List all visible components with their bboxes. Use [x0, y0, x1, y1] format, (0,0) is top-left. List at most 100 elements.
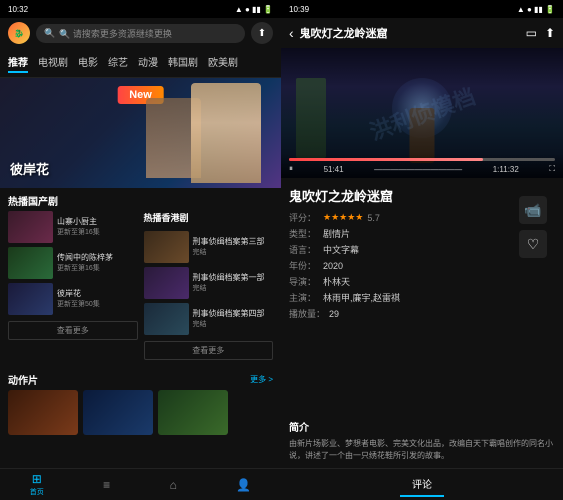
drama-thumb-6: [144, 303, 189, 335]
drama-update-1: 更新至第16集: [57, 227, 138, 237]
nav-profile[interactable]: 👤: [236, 478, 251, 492]
drama-info-2: 传闻中的陈梓茅 更新至第16集: [57, 253, 138, 273]
left-panel: 10:32 ▲ ● ▮▮ 🔋 🐉 🔍 🔍 请搜索更多资源继续更换 ⬆ 推荐 电视…: [0, 0, 281, 500]
cast-label: 主演：: [289, 291, 319, 304]
hero-banner[interactable]: New 彼岸花: [0, 78, 281, 188]
time-row: ⏸ 51:41 ——————————— 1:11:32 ⛶: [289, 164, 555, 174]
nav-tabs: 推荐 电视剧 电影 综艺 动漫 韩国剧 欧美剧: [0, 48, 281, 78]
list-item[interactable]: 彼岸花 更新至第50集: [8, 283, 138, 315]
search-placeholder: 🔍 请搜索更多资源继续更换: [59, 27, 172, 40]
drama-thumb-5: [144, 267, 189, 299]
cast-value: 林雨甲,廉宇,赵雷祺: [323, 291, 400, 304]
left-status-icons: ▲ ● ▮▮ 🔋: [235, 5, 273, 14]
hero-bg: New 彼岸花: [0, 78, 281, 188]
movie-info: 鬼吹灯之龙岭迷窟 📹 ♡ 评分： ★★★★★ 5.7 类型： 剧情片 语言： 中…: [281, 178, 563, 413]
tab-korean[interactable]: 韩国剧: [168, 52, 198, 73]
playcount-value: 29: [329, 309, 339, 319]
hk-col: 热播香港剧 刑事侦缉档案第三部 完结 刑事侦缉档案第一部 完结: [144, 211, 274, 362]
progress-fill: [289, 158, 483, 161]
back-button[interactable]: ‹: [289, 25, 294, 41]
menu-icon: ≡: [103, 478, 110, 492]
video-tree: [296, 78, 326, 158]
cast-icon[interactable]: ▭: [526, 26, 537, 40]
action-thumb-1[interactable]: [8, 390, 78, 435]
bottom-nav-left: ⊞ 首页 ≡ ⌂ 👤: [0, 468, 281, 500]
share-button[interactable]: ⬆: [251, 22, 273, 44]
movie-title: 鬼吹灯之龙岭迷窟: [289, 186, 555, 205]
nav-menu[interactable]: ≡: [103, 478, 110, 492]
list-item[interactable]: 传闻中的陈梓茅 更新至第16集: [8, 247, 138, 279]
favorite-button[interactable]: ♡: [519, 230, 547, 258]
fullscreen-icon[interactable]: ⛶: [549, 164, 555, 174]
drama-grid: 山寨小厨主 更新至第16集 传闻中的陈梓茅 更新至第16集 彼岸花 更新至第: [0, 211, 281, 367]
drama-name-6: 刑事侦缉档案第四部: [193, 309, 274, 319]
hk-see-more[interactable]: 查看更多: [144, 341, 274, 360]
drama-thumb-3: [8, 283, 53, 315]
year-label: 年份：: [289, 259, 319, 272]
bottom-tab-right: 评论: [281, 468, 563, 500]
right-time: 10:39: [289, 5, 309, 14]
left-time: 10:32: [8, 5, 28, 14]
nav-house[interactable]: ⌂: [170, 478, 177, 492]
year-value: 2020: [323, 261, 343, 271]
avatar[interactable]: 🐉: [8, 22, 30, 44]
playcount-label: 播放量：: [289, 307, 325, 320]
list-item[interactable]: 山寨小厨主 更新至第16集: [8, 211, 138, 243]
hero-title: 彼岸花: [10, 159, 49, 178]
progress-bar[interactable]: [289, 158, 555, 161]
action-icons-row: 📹 ♡: [519, 196, 547, 258]
right-header-title: 鬼吹灯之龙岭迷窟: [300, 25, 520, 41]
search-icon: 🔍: [44, 28, 55, 39]
action-thumb-2[interactable]: [83, 390, 153, 435]
video-player[interactable]: 洪利侦模档 ⏸ 51:41 ——————————— 1:11:32 ⛶: [281, 48, 563, 178]
play-pause-button[interactable]: ⏸: [289, 164, 293, 174]
genre-row: 类型： 剧情片: [289, 227, 555, 240]
playcount-row: 播放量： 29: [289, 307, 555, 320]
drama-info-3: 彼岸花 更新至第50集: [57, 289, 138, 309]
drama-update-6: 完结: [193, 319, 274, 329]
search-bar[interactable]: 🔍 🔍 请搜索更多资源继续更换: [36, 24, 245, 43]
player-controls: ⏸ 51:41 ——————————— 1:11:32 ⛶: [281, 154, 563, 178]
action-more[interactable]: 更多 >: [250, 374, 273, 385]
nav-home[interactable]: ⊞ 首页: [30, 472, 44, 497]
left-status-bar: 10:32 ▲ ● ▮▮ 🔋: [0, 0, 281, 18]
tab-recommend[interactable]: 推荐: [8, 52, 28, 73]
home-icon: ⊞: [32, 472, 42, 486]
drama-update-2: 更新至第16集: [57, 263, 138, 273]
video-icon-button[interactable]: 📹: [519, 196, 547, 224]
nav-home-label: 首页: [30, 487, 44, 497]
genre-value: 剧情片: [323, 227, 350, 240]
list-item[interactable]: 刑事侦缉档案第四部 完结: [144, 303, 274, 335]
tab-western[interactable]: 欧美剧: [208, 52, 238, 73]
domestic-see-more[interactable]: 查看更多: [8, 321, 138, 340]
genre-label: 类型：: [289, 227, 319, 240]
intro-section: 简介 由新片场影业、梦想者电影、完美文化出品，改编自天下霸唱创作的同名小说，讲述…: [281, 413, 563, 468]
tab-tv[interactable]: 电视剧: [38, 52, 68, 73]
intro-title: 简介: [289, 419, 555, 434]
list-item[interactable]: 刑事侦缉档案第一部 完结: [144, 267, 274, 299]
list-item[interactable]: 刑事侦缉档案第三部 完结: [144, 231, 274, 263]
rating-label: 评分：: [289, 211, 319, 224]
current-time: 51:41: [324, 165, 344, 174]
language-label: 语言：: [289, 243, 319, 256]
share-icon[interactable]: ⬆: [545, 26, 555, 40]
cast-row: 主演： 林雨甲,廉宇,赵雷祺: [289, 291, 555, 304]
action-section-header: 动作片 更多 >: [0, 367, 281, 390]
drama-name-4: 刑事侦缉档案第三部: [193, 237, 274, 247]
drama-thumb-4: [144, 231, 189, 263]
tab-anime[interactable]: 动漫: [138, 52, 158, 73]
director-label: 导演：: [289, 275, 319, 288]
comment-tab[interactable]: 评论: [400, 472, 444, 497]
right-status-bar: 10:39 ▲ ● ▮▮ 🔋: [281, 0, 563, 18]
drama-name-5: 刑事侦缉档案第一部: [193, 273, 274, 283]
drama-thumb-2: [8, 247, 53, 279]
profile-icon: 👤: [236, 478, 251, 492]
action-thumb-3[interactable]: [158, 390, 228, 435]
movie-info-section: 鬼吹灯之龙岭迷窟 📹 ♡ 评分： ★★★★★ 5.7 类型： 剧情片 语言： 中…: [289, 186, 555, 320]
domestic-drama-title: 热播国产剧: [8, 193, 58, 208]
sections-area: 热播国产剧 山寨小厨主 更新至第16集 传闻中的陈梓茅 更新至第16集: [0, 188, 281, 468]
tab-movie[interactable]: 电影: [78, 52, 98, 73]
domestic-drama-header: 热播国产剧: [0, 188, 281, 211]
left-header: 🐉 🔍 🔍 请搜索更多资源继续更换 ⬆: [0, 18, 281, 48]
tab-variety[interactable]: 综艺: [108, 52, 128, 73]
